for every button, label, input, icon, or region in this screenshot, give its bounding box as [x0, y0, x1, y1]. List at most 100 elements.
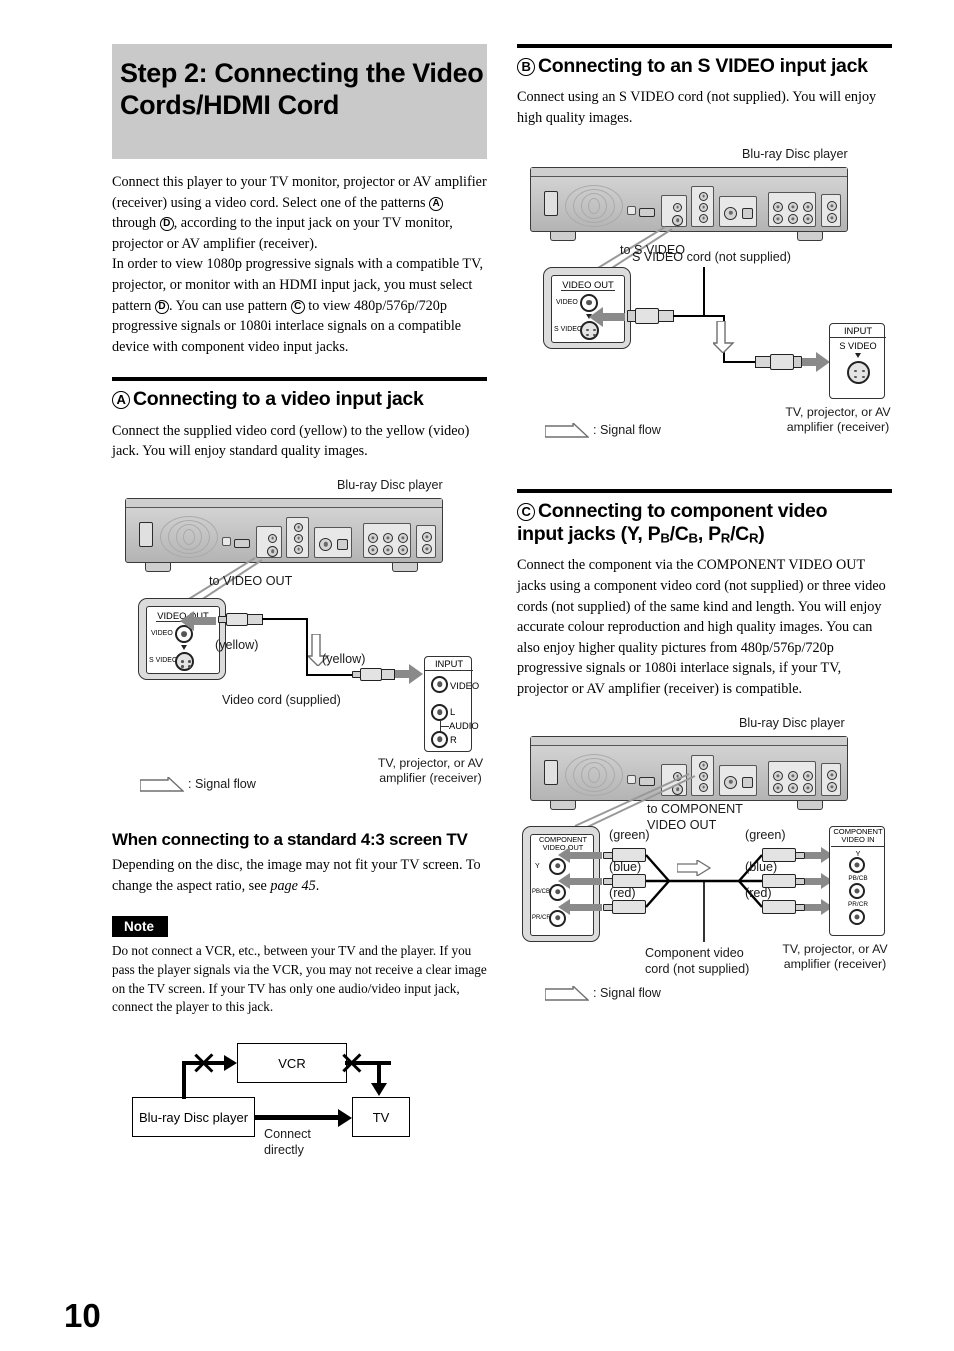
audio-jack — [383, 544, 393, 555]
video-cord-label: Video cord (supplied) — [222, 692, 341, 707]
flow-arrowhead — [371, 1083, 387, 1097]
connect-directly-line1: Connect — [264, 1127, 311, 1142]
page-number: 10 — [64, 1297, 101, 1334]
audio-line-block — [416, 524, 436, 558]
in-pb-jack — [849, 882, 865, 899]
manual-page: Step 2: Connecting the Video Cords/HDMI … — [0, 0, 954, 1351]
line-jack — [422, 543, 432, 554]
component-y-jack — [699, 760, 708, 770]
in-pr-jack — [849, 908, 865, 925]
input-l-label: L — [450, 705, 456, 717]
intro-mid3: . You can use pattern — [168, 297, 288, 314]
out-pr-label: PR/CR — [532, 914, 551, 921]
x-mark-vcr-out — [340, 1051, 364, 1075]
chassis-foot — [145, 562, 171, 572]
subscript-r: R — [720, 530, 731, 546]
audio-jack — [773, 201, 783, 212]
coaxial-jack — [724, 206, 737, 220]
audio-jack — [788, 782, 798, 793]
audio-jack — [383, 532, 393, 543]
title-mid-1: /C — [669, 522, 689, 545]
line-jack — [827, 200, 837, 211]
input-title-b: INPUT — [830, 324, 886, 338]
section-a-heading: A Connecting to a video input jack — [112, 377, 487, 411]
chassis-foot — [550, 231, 576, 241]
audio-jack — [773, 213, 783, 224]
svideo-jack — [672, 214, 683, 226]
vent-ring — [183, 528, 195, 545]
audio-jack — [803, 782, 813, 793]
audio-jack — [398, 532, 408, 543]
input-audio-r-jack — [431, 730, 448, 748]
title-mid-2: , P — [697, 522, 721, 545]
cable-segment — [673, 314, 725, 317]
note-text: Do not connect a VCR, etc., between your… — [112, 943, 487, 1015]
line-jack — [827, 212, 837, 223]
cable-segment — [723, 360, 757, 363]
colour-yellow-left: (yellow) — [215, 637, 259, 652]
input-audio-l-jack — [431, 703, 448, 721]
hdmi-port — [234, 538, 250, 548]
line-jack — [422, 531, 432, 542]
section-b-heading: B Connecting to an S VIDEO input jack — [517, 44, 892, 78]
video-jack — [673, 771, 682, 781]
vcr-label: VCR — [278, 1055, 306, 1071]
component-out-block — [286, 516, 309, 558]
pattern-a-badge: A — [429, 196, 444, 211]
optical-jack — [742, 776, 753, 788]
audio-jack — [803, 201, 813, 212]
input-audio-label: AUDIO — [449, 719, 479, 731]
chassis-foot — [797, 800, 823, 810]
digital-out-block — [314, 526, 352, 558]
subsection-43-period: . — [315, 877, 320, 894]
component-in-title: COMPONENT VIDEO IN — [831, 827, 885, 847]
vcr-flow-diagram: VCR Blu-ray Disc player TV Connect direc… — [112, 1035, 487, 1160]
in-pr-label: PR/CR — [848, 900, 868, 908]
audio-jack — [773, 770, 783, 781]
diagram-svideo-input: Blu-ray Disc player to S VIDEO VIDEO OUT… — [517, 143, 892, 473]
player-rear-panel-a — [125, 497, 443, 563]
chassis-foot — [392, 562, 418, 572]
optical-jack — [742, 207, 753, 219]
line-jack — [827, 781, 837, 792]
section-a-title-text: Connecting to a video input jack — [133, 388, 424, 411]
in-pb-label: PB/CB — [848, 874, 868, 882]
diagram-video-input: Blu-ray Disc player to VIDEO OUT VIDEO O… — [112, 474, 487, 804]
section-a-badge: A — [112, 391, 130, 410]
component-pr-jack — [699, 782, 708, 792]
flow-line — [182, 1061, 186, 1100]
out-pb-label: PB/CB — [532, 888, 551, 895]
audio-bracket-tick — [440, 725, 449, 728]
in-y-jack — [849, 856, 865, 873]
component-cord-label-2: cord (not supplied) — [645, 961, 750, 976]
intro-mid1: through — [112, 215, 157, 232]
svideo-jack — [267, 545, 278, 557]
pattern-c-badge: C — [290, 299, 305, 314]
tv-box: TV — [352, 1097, 410, 1138]
colour-red-left: (red) — [609, 885, 636, 900]
cable-segment — [306, 673, 354, 677]
pattern-d-badge-2: D — [154, 299, 169, 314]
component-pr-jack — [699, 213, 708, 223]
audio-jack — [773, 782, 783, 793]
section-b-body: Connect using an S VIDEO cord (not suppl… — [517, 89, 877, 126]
hdmi-port — [639, 207, 655, 217]
section-a-body: Connect the supplied video cord (yellow)… — [112, 422, 470, 460]
section-b-title-text: Connecting to an S VIDEO input jack — [538, 55, 868, 77]
note-badge: Note — [112, 916, 168, 938]
component-cord-label-1: Component video — [645, 945, 744, 960]
component-in-title-2: VIDEO IN — [841, 835, 875, 845]
callout-svideo-label: S VIDEO — [554, 325, 583, 333]
input-svideo-jack — [847, 360, 870, 384]
audio-line-block — [821, 193, 841, 227]
callout-panel: VIDEO OUT VIDEO S VIDEO — [551, 274, 625, 343]
component-out-block — [691, 754, 714, 796]
component-out-block — [691, 185, 714, 227]
tv-input-panel-a: INPUT VIDEO L AUDIO R — [424, 655, 479, 752]
audio-jack — [788, 213, 798, 224]
vent-ring — [588, 766, 600, 783]
audio-jack — [803, 770, 813, 781]
subscript-b: B — [660, 530, 670, 546]
colour-green-left: (green) — [609, 827, 650, 842]
title-end: ) — [758, 522, 765, 545]
